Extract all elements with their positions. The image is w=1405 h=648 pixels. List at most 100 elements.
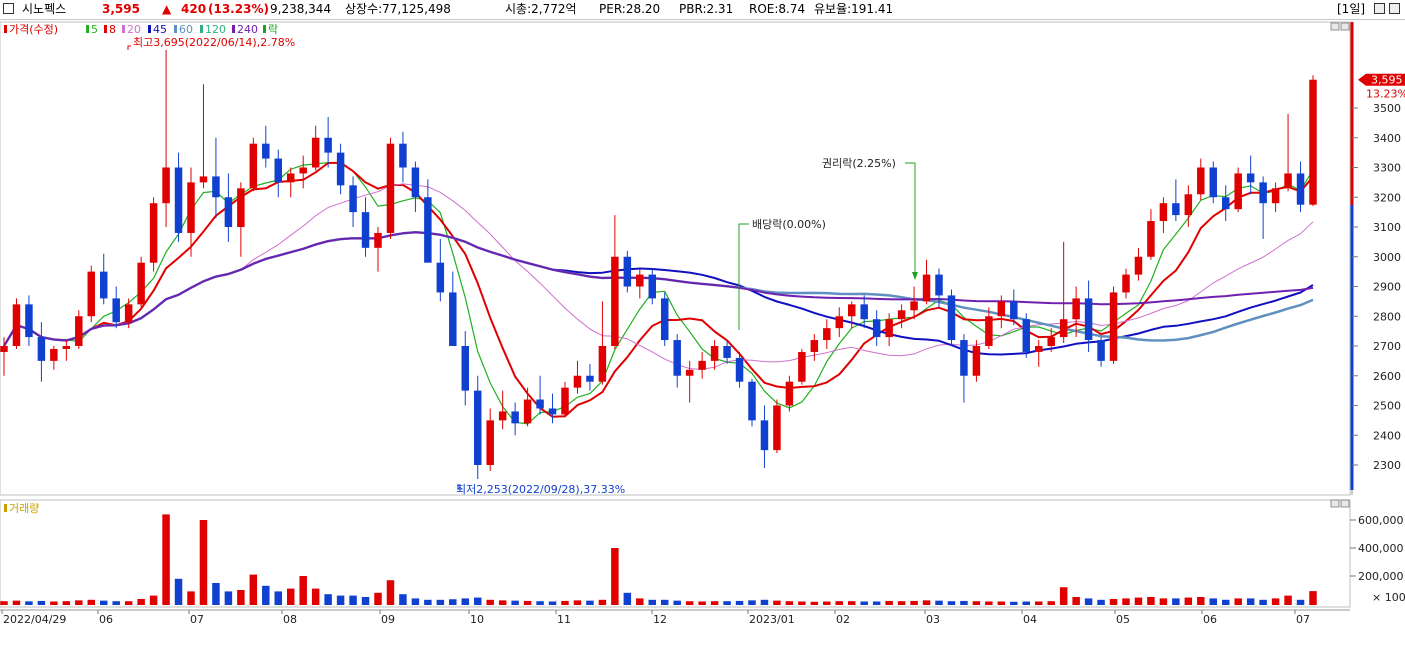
candle-body: [735, 357, 744, 382]
candle-body: [1109, 292, 1118, 361]
volume-bar: [1022, 601, 1031, 605]
candle-body: [1084, 298, 1093, 341]
x-tick-label: 12: [653, 613, 667, 626]
volume-bar: [810, 601, 819, 605]
volume-bar: [1147, 597, 1155, 605]
candle-body: [486, 420, 494, 465]
ma240-legend-swatch: [232, 25, 235, 33]
rights-annotation: 권리락(2.25%): [822, 157, 896, 170]
volume-bar: [37, 600, 46, 605]
y-tick-label: 3500: [1373, 102, 1401, 115]
volume-bar: [723, 601, 731, 605]
volume-bar: [648, 599, 657, 605]
candle-body: [947, 295, 956, 341]
ma8-legend: 8: [109, 23, 116, 36]
y-tick-label: 2700: [1373, 340, 1401, 353]
candle-body: [336, 152, 345, 186]
candle-body: [1022, 319, 1031, 352]
x-tick-label: 2023/01: [749, 613, 795, 626]
volume-tick-label: 600,000: [1358, 514, 1404, 527]
volume-bar: [548, 601, 557, 605]
volume-bar: [885, 600, 893, 605]
candle-body: [1246, 173, 1255, 183]
y-tick-label: 2500: [1373, 400, 1401, 413]
x-tick-label: 06: [1203, 613, 1217, 626]
candle-body: [835, 316, 844, 329]
candle-body: [498, 411, 507, 421]
volume-bar: [623, 592, 632, 605]
candle-body: [1234, 173, 1242, 210]
x-tick-label: 07: [1296, 613, 1310, 626]
volume-bar: [1010, 601, 1018, 605]
volume-bar: [399, 594, 407, 605]
volume-bar: [660, 599, 669, 605]
ex-rights-legend: 락: [268, 23, 278, 36]
candle-body: [50, 348, 58, 361]
volume-bar: [735, 600, 744, 605]
volume-bar: [349, 595, 357, 605]
volume-bar: [187, 591, 195, 605]
volume-bar: [436, 599, 445, 605]
candle-body: [1159, 203, 1168, 222]
candle-body: [411, 167, 420, 198]
candle-body: [199, 176, 208, 183]
volume-bar: [1246, 598, 1255, 605]
candle-body: [972, 346, 981, 376]
candle-body: [997, 301, 1006, 317]
candle-body: [75, 316, 83, 346]
candle-body: [449, 292, 457, 346]
volume-bar: [872, 601, 881, 605]
candle-body: [1097, 340, 1105, 361]
volume-legend-swatch: [4, 504, 7, 512]
volume-bar: [286, 588, 295, 605]
candle-body: [660, 298, 669, 341]
volume-bar: [424, 599, 432, 605]
volume-bar: [1134, 597, 1143, 605]
volume-bar: [1271, 598, 1280, 605]
y-tick-label: 2400: [1373, 429, 1401, 442]
volume-bar: [25, 601, 33, 605]
candle-body: [386, 143, 395, 233]
volume-bar: [0, 601, 8, 605]
y-tick-label: 3400: [1373, 132, 1401, 145]
x-tick-label: 11: [557, 613, 571, 626]
candle-body: [0, 346, 8, 352]
candle-body: [1209, 167, 1218, 198]
x-tick-label: 04: [1023, 613, 1037, 626]
candle-body: [573, 375, 582, 388]
volume-bar: [611, 548, 619, 605]
y-tick-label: 2900: [1373, 281, 1401, 294]
candle-body: [523, 399, 532, 424]
volume-bar: [823, 601, 831, 605]
volume-bar: [1034, 601, 1043, 605]
candle-body: [162, 167, 170, 204]
volume-bar: [162, 514, 170, 605]
candle-body: [511, 411, 519, 424]
price-panel-button: [1330, 22, 1340, 31]
candle-body: [710, 346, 719, 361]
volume-bar: [1197, 597, 1205, 605]
last-pct-tag-label: 13.23%: [1366, 88, 1405, 101]
volume-bar: [860, 601, 868, 605]
ex-rights-legend-swatch: [263, 25, 266, 33]
volume-bar: [299, 576, 307, 605]
volume-bar: [561, 600, 569, 605]
volume-bar: [798, 601, 806, 605]
ma5-legend: 5: [91, 23, 98, 36]
volume-bar: [262, 585, 270, 605]
volume-bar: [598, 599, 607, 605]
volume-bar: [1047, 601, 1055, 605]
volume-bar: [760, 599, 769, 605]
volume-bar: [137, 598, 145, 605]
candle-body: [187, 182, 195, 233]
volume-legend: 거래량: [9, 502, 39, 515]
volume-bar: [710, 601, 719, 605]
volume-bar: [773, 600, 781, 605]
volume-bar: [673, 600, 681, 605]
candle-body: [685, 369, 694, 376]
last-price-tag-label: 3,595: [1371, 74, 1403, 87]
candle-body: [361, 212, 370, 248]
candle-body: [985, 316, 993, 346]
candle-body: [436, 262, 445, 293]
y-tick-label: 3000: [1373, 251, 1401, 264]
